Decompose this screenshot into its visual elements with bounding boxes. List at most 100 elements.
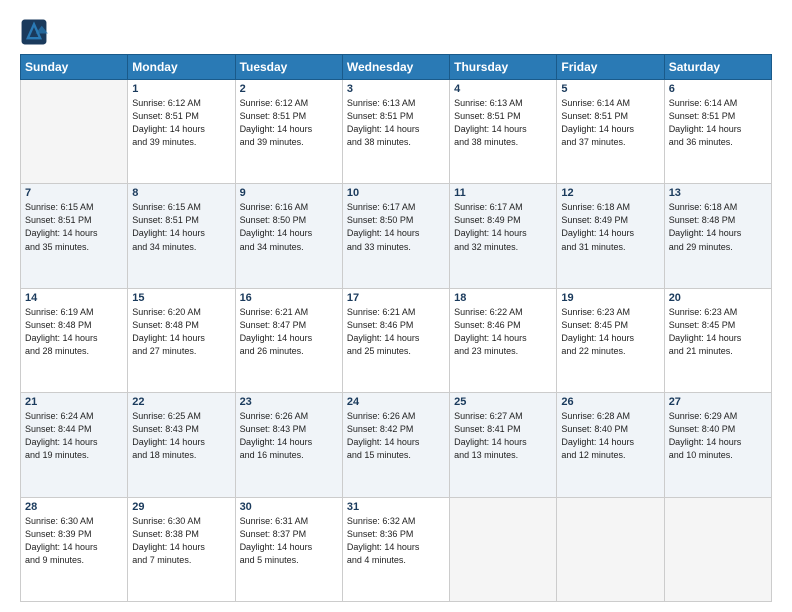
day-number: 25	[454, 396, 552, 408]
calendar-cell: 25 Sunrise: 6:27 AM Sunset: 8:41 PM Dayli…	[450, 393, 557, 497]
day-number: 14	[25, 292, 123, 304]
weekday-header-sunday: Sunday	[21, 55, 128, 80]
calendar-cell: 28Sunrise: 6:30 AM Sunset: 8:39 PM Dayli…	[21, 497, 128, 601]
day-info: Sunrise: 6:30 AM Sunset: 8:38 PM Dayligh…	[132, 515, 230, 567]
day-number: 1	[132, 83, 230, 95]
day-number: 3	[347, 83, 445, 95]
calendar-cell: 3 Sunrise: 6:13 AM Sunset: 8:51 PM Daylig…	[342, 80, 449, 184]
day-info: Sunrise: 6:25 AM Sunset: 8:43 PM Dayligh…	[132, 410, 230, 462]
day-info: Sunrise: 6:13 AM Sunset: 8:51 PM Dayligh…	[454, 97, 552, 149]
calendar-cell: 16 Sunrise: 6:21 AM Sunset: 8:47 PM Dayli…	[235, 288, 342, 392]
day-info: Sunrise: 6:22 AM Sunset: 8:46 PM Dayligh…	[454, 306, 552, 358]
day-info: Sunrise: 6:30 AM Sunset: 8:39 PM Dayligh…	[25, 515, 123, 567]
day-number: 9	[240, 187, 338, 199]
calendar-cell: 24 Sunrise: 6:26 AM Sunset: 8:42 PM Dayli…	[342, 393, 449, 497]
calendar-cell: 4 Sunrise: 6:13 AM Sunset: 8:51 PM Daylig…	[450, 80, 557, 184]
day-number: 5	[561, 83, 659, 95]
day-number: 15	[132, 292, 230, 304]
day-info: Sunrise: 6:14 AM Sunset: 8:51 PM Dayligh…	[669, 97, 767, 149]
calendar-cell: 21Sunrise: 6:24 AM Sunset: 8:44 PM Dayli…	[21, 393, 128, 497]
day-info: Sunrise: 6:28 AM Sunset: 8:40 PM Dayligh…	[561, 410, 659, 462]
day-number: 11	[454, 187, 552, 199]
day-number: 24	[347, 396, 445, 408]
day-number: 4	[454, 83, 552, 95]
day-number: 31	[347, 501, 445, 513]
day-info: Sunrise: 6:12 AM Sunset: 8:51 PM Dayligh…	[132, 97, 230, 149]
day-info: Sunrise: 6:13 AM Sunset: 8:51 PM Dayligh…	[347, 97, 445, 149]
calendar-table: SundayMondayTuesdayWednesdayThursdayFrid…	[20, 54, 772, 602]
day-info: Sunrise: 6:17 AM Sunset: 8:50 PM Dayligh…	[347, 201, 445, 253]
logo	[20, 18, 52, 46]
day-number: 29	[132, 501, 230, 513]
day-number: 27	[669, 396, 767, 408]
calendar-cell: 20 Sunrise: 6:23 AM Sunset: 8:45 PM Dayli…	[664, 288, 771, 392]
calendar-cell: 15 Sunrise: 6:20 AM Sunset: 8:48 PM Dayli…	[128, 288, 235, 392]
header	[20, 18, 772, 46]
day-number: 13	[669, 187, 767, 199]
calendar-cell: 30 Sunrise: 6:31 AM Sunset: 8:37 PM Dayli…	[235, 497, 342, 601]
weekday-header-friday: Friday	[557, 55, 664, 80]
week-row-5: 28Sunrise: 6:30 AM Sunset: 8:39 PM Dayli…	[21, 497, 772, 601]
calendar-cell: 5 Sunrise: 6:14 AM Sunset: 8:51 PM Daylig…	[557, 80, 664, 184]
day-info: Sunrise: 6:26 AM Sunset: 8:42 PM Dayligh…	[347, 410, 445, 462]
calendar-cell: 8 Sunrise: 6:15 AM Sunset: 8:51 PM Daylig…	[128, 184, 235, 288]
calendar-cell	[664, 497, 771, 601]
calendar-cell	[557, 497, 664, 601]
day-info: Sunrise: 6:14 AM Sunset: 8:51 PM Dayligh…	[561, 97, 659, 149]
calendar-cell: 2Sunrise: 6:12 AM Sunset: 8:51 PM Daylig…	[235, 80, 342, 184]
calendar-cell: 1 Sunrise: 6:12 AM Sunset: 8:51 PM Daylig…	[128, 80, 235, 184]
day-info: Sunrise: 6:29 AM Sunset: 8:40 PM Dayligh…	[669, 410, 767, 462]
day-number: 18	[454, 292, 552, 304]
day-info: Sunrise: 6:16 AM Sunset: 8:50 PM Dayligh…	[240, 201, 338, 253]
day-number: 30	[240, 501, 338, 513]
weekday-header-tuesday: Tuesday	[235, 55, 342, 80]
day-info: Sunrise: 6:15 AM Sunset: 8:51 PM Dayligh…	[132, 201, 230, 253]
weekday-header-row: SundayMondayTuesdayWednesdayThursdayFrid…	[21, 55, 772, 80]
day-info: Sunrise: 6:23 AM Sunset: 8:45 PM Dayligh…	[669, 306, 767, 358]
calendar-cell: 31 Sunrise: 6:32 AM Sunset: 8:36 PM Dayli…	[342, 497, 449, 601]
day-info: Sunrise: 6:24 AM Sunset: 8:44 PM Dayligh…	[25, 410, 123, 462]
page: SundayMondayTuesdayWednesdayThursdayFrid…	[0, 0, 792, 612]
calendar-cell: 14 Sunrise: 6:19 AM Sunset: 8:48 PM Dayli…	[21, 288, 128, 392]
day-info: Sunrise: 6:19 AM Sunset: 8:48 PM Dayligh…	[25, 306, 123, 358]
day-info: Sunrise: 6:21 AM Sunset: 8:46 PM Dayligh…	[347, 306, 445, 358]
calendar-cell: 9 Sunrise: 6:16 AM Sunset: 8:50 PM Daylig…	[235, 184, 342, 288]
calendar-cell: 12Sunrise: 6:18 AM Sunset: 8:49 PM Dayli…	[557, 184, 664, 288]
day-info: Sunrise: 6:32 AM Sunset: 8:36 PM Dayligh…	[347, 515, 445, 567]
logo-icon	[20, 18, 48, 46]
calendar-cell: 10 Sunrise: 6:17 AM Sunset: 8:50 PM Dayli…	[342, 184, 449, 288]
calendar-cell	[450, 497, 557, 601]
week-row-2: 7Sunrise: 6:15 AM Sunset: 8:51 PM Daylig…	[21, 184, 772, 288]
calendar-cell: 19Sunrise: 6:23 AM Sunset: 8:45 PM Dayli…	[557, 288, 664, 392]
calendar-cell: 26Sunrise: 6:28 AM Sunset: 8:40 PM Dayli…	[557, 393, 664, 497]
weekday-header-saturday: Saturday	[664, 55, 771, 80]
day-number: 20	[669, 292, 767, 304]
day-info: Sunrise: 6:12 AM Sunset: 8:51 PM Dayligh…	[240, 97, 338, 149]
week-row-1: 1 Sunrise: 6:12 AM Sunset: 8:51 PM Daylig…	[21, 80, 772, 184]
calendar-cell: 11 Sunrise: 6:17 AM Sunset: 8:49 PM Dayli…	[450, 184, 557, 288]
calendar-cell: 18 Sunrise: 6:22 AM Sunset: 8:46 PM Dayli…	[450, 288, 557, 392]
weekday-header-thursday: Thursday	[450, 55, 557, 80]
day-number: 8	[132, 187, 230, 199]
calendar-cell: 22Sunrise: 6:25 AM Sunset: 8:43 PM Dayli…	[128, 393, 235, 497]
day-info: Sunrise: 6:18 AM Sunset: 8:49 PM Dayligh…	[561, 201, 659, 253]
day-info: Sunrise: 6:20 AM Sunset: 8:48 PM Dayligh…	[132, 306, 230, 358]
weekday-header-wednesday: Wednesday	[342, 55, 449, 80]
day-number: 6	[669, 83, 767, 95]
day-info: Sunrise: 6:17 AM Sunset: 8:49 PM Dayligh…	[454, 201, 552, 253]
weekday-header-monday: Monday	[128, 55, 235, 80]
week-row-3: 14 Sunrise: 6:19 AM Sunset: 8:48 PM Dayli…	[21, 288, 772, 392]
calendar-cell: 6 Sunrise: 6:14 AM Sunset: 8:51 PM Daylig…	[664, 80, 771, 184]
day-number: 16	[240, 292, 338, 304]
day-info: Sunrise: 6:26 AM Sunset: 8:43 PM Dayligh…	[240, 410, 338, 462]
calendar-cell: 23Sunrise: 6:26 AM Sunset: 8:43 PM Dayli…	[235, 393, 342, 497]
day-info: Sunrise: 6:27 AM Sunset: 8:41 PM Dayligh…	[454, 410, 552, 462]
week-row-4: 21Sunrise: 6:24 AM Sunset: 8:44 PM Dayli…	[21, 393, 772, 497]
day-info: Sunrise: 6:21 AM Sunset: 8:47 PM Dayligh…	[240, 306, 338, 358]
day-number: 17	[347, 292, 445, 304]
day-number: 10	[347, 187, 445, 199]
day-info: Sunrise: 6:31 AM Sunset: 8:37 PM Dayligh…	[240, 515, 338, 567]
calendar-cell: 13Sunrise: 6:18 AM Sunset: 8:48 PM Dayli…	[664, 184, 771, 288]
day-info: Sunrise: 6:23 AM Sunset: 8:45 PM Dayligh…	[561, 306, 659, 358]
calendar-cell	[21, 80, 128, 184]
